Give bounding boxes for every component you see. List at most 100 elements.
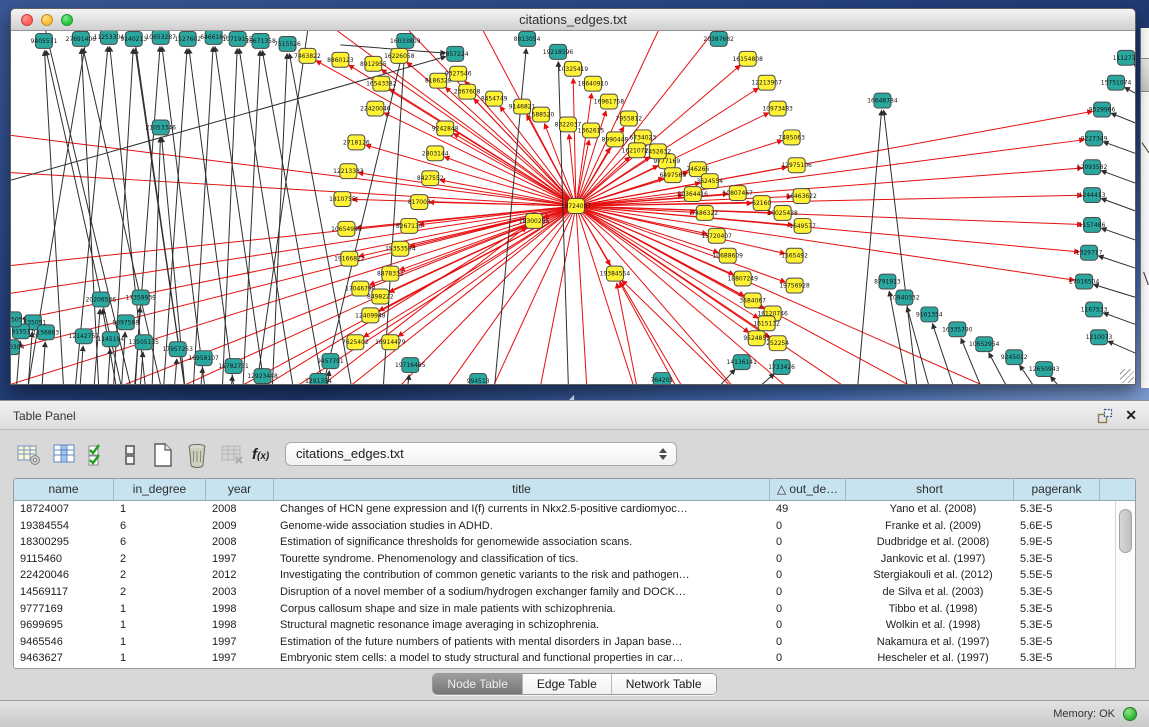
graph-node[interactable]: 9329966 [1089, 102, 1116, 117]
graph-node[interactable]: 16961758 [594, 94, 625, 109]
table-scrollbar[interactable] [1115, 501, 1135, 668]
graph-node[interactable]: 1649577 [789, 218, 816, 233]
tab-node-table[interactable]: Node Table [433, 674, 522, 694]
graph-node[interactable]: 27691406 [66, 31, 97, 46]
graph-node[interactable]: 16335790 [942, 322, 973, 337]
graph-node[interactable]: 9227349 [1081, 131, 1108, 146]
graph-node[interactable]: 1157486 [1079, 217, 1106, 232]
column-header-year[interactable]: year [206, 479, 274, 500]
graph-node[interactable]: 764201 [650, 373, 673, 384]
graph-node[interactable]: 1565492 [781, 248, 808, 263]
graph-node[interactable]: 19384554 [600, 266, 631, 281]
function-builder-button[interactable]: f(x) [252, 442, 278, 468]
table-row[interactable]: 1872400712008Changes of HCN gene express… [14, 501, 1135, 518]
graph-node[interactable]: 17016504 [1069, 274, 1100, 289]
graph-node[interactable]: 9245012 [1001, 350, 1028, 365]
graph-node[interactable]: 18640910 [578, 76, 609, 91]
graph-node[interactable]: 1167533 [1081, 302, 1108, 317]
graph-node[interactable]: 1527602 [174, 31, 201, 46]
graph-node[interactable]: 20387682 [704, 31, 735, 46]
graph-node[interactable]: 10940332 [889, 290, 920, 305]
table-row[interactable]: 1456911722003Disruption of a novel membe… [14, 584, 1135, 601]
table-row[interactable]: 969969511998Structural magnetic resonanc… [14, 617, 1135, 634]
graph-node[interactable]: 7857224 [442, 46, 469, 61]
graph-node[interactable]: 19218596 [543, 44, 574, 59]
graph-node[interactable]: 16154808 [732, 51, 763, 66]
graph-node[interactable]: 10025438 [767, 206, 798, 221]
graph-node[interactable]: 12213967 [751, 75, 782, 90]
network-window[interactable]: citations_edges.txt 18724007183002951938… [10, 8, 1136, 385]
network-window-titlebar[interactable]: citations_edges.txt [11, 9, 1135, 31]
graph-node[interactable]: 10688609 [712, 248, 743, 263]
graph-node[interactable]: 16648784 [867, 93, 898, 108]
scrollbar-thumb[interactable] [1119, 509, 1132, 553]
table-select-dropdown[interactable]: citations_edges.txt [285, 442, 677, 466]
graph-node[interactable]: 1329717 [1076, 245, 1103, 260]
graph-node[interactable]: 1112734 [1113, 50, 1135, 65]
column-header-pagerank[interactable]: pagerank [1014, 479, 1100, 500]
graph-node[interactable]: 10325419 [558, 61, 589, 76]
graph-node[interactable]: 15751074 [1101, 75, 1132, 90]
graph-node[interactable]: 9161354 [916, 307, 943, 322]
graph-node[interactable]: 1210073 [1086, 330, 1113, 345]
graph-node[interactable]: 16958107 [188, 351, 219, 366]
table-row[interactable]: 977716911998Corpus callosum shape and si… [14, 601, 1135, 618]
graph-node[interactable]: 8860123 [327, 52, 354, 67]
column-header-short[interactable]: short [846, 479, 1014, 500]
select-rows-button[interactable] [86, 442, 112, 468]
graph-node[interactable]: 1244413 [1079, 188, 1106, 203]
graph-node[interactable]: 12142757 [69, 329, 100, 344]
column-header-in_degree[interactable]: in_degree [114, 479, 206, 500]
graph-node[interactable]: 8912955 [360, 56, 387, 71]
graph-node[interactable]: 12975106 [781, 158, 812, 173]
background-window-sliver[interactable] [1140, 28, 1149, 388]
table-row[interactable]: 946554611997Estimation of the future num… [14, 634, 1135, 651]
delete-table-button[interactable] [220, 442, 246, 468]
graph-node[interactable]: 9457791 [317, 354, 344, 369]
graph-node[interactable]: 7515526 [274, 36, 301, 51]
column-header-name[interactable]: name [14, 479, 114, 500]
graph-node[interactable]: 15720407 [702, 228, 733, 243]
graph-node[interactable]: 817003 [408, 195, 431, 210]
graph-node[interactable]: 19756928 [779, 278, 810, 293]
table-row[interactable]: 2242004622012Investigating the contribut… [14, 567, 1135, 584]
table-row[interactable]: 1938455462009Genome-wide association stu… [14, 518, 1135, 535]
show-columns-button[interactable] [52, 442, 78, 468]
window-resize-grip[interactable] [1120, 369, 1134, 383]
table-row[interactable]: 1830029562008Estimation of significance … [14, 534, 1135, 551]
graph-node[interactable]: 16914479 [375, 335, 406, 350]
graph-node[interactable]: 2180304 [11, 340, 25, 355]
graph-node[interactable]: 9405571 [31, 33, 58, 48]
graph-node[interactable]: 62160 [752, 196, 771, 211]
graph-node[interactable]: 7625402 [342, 335, 369, 350]
float-panel-icon[interactable] [1097, 408, 1113, 424]
row-height-button[interactable] [118, 442, 144, 468]
graph-node[interactable]: 1291354 [305, 374, 332, 384]
graph-node[interactable]: 1733426 [768, 360, 795, 375]
graph-node[interactable]: 10652954 [969, 337, 1000, 352]
graph-node[interactable]: 12650943 [1029, 362, 1060, 377]
table-row[interactable]: 911546021997Tourette syndrome. Phenomeno… [14, 551, 1135, 568]
tab-network-table[interactable]: Network Table [611, 674, 716, 694]
graph-node[interactable]: 19716485 [395, 358, 426, 373]
graph-node[interactable]: 8813054 [514, 31, 541, 46]
graph-node[interactable]: 1362615 [578, 123, 605, 138]
graph-node[interactable]: 2718126 [343, 135, 370, 150]
graph-node[interactable]: 8427552 [417, 171, 444, 186]
graph-node[interactable]: 1810755 [329, 192, 356, 207]
graph-node[interactable]: 6497568 [659, 168, 686, 183]
column-header-title[interactable]: title [274, 479, 770, 500]
graph-node[interactable]: 8791913 [874, 274, 901, 289]
create-column-button[interactable] [150, 442, 176, 468]
table-row[interactable]: 946362711997Embryonic stem cells: a mode… [14, 650, 1135, 667]
tab-edge-table[interactable]: Edge Table [522, 674, 611, 694]
graph-node[interactable]: 2367608 [454, 84, 481, 99]
graph-node[interactable]: 8878332 [377, 266, 404, 281]
graph-node[interactable]: 252254 [766, 336, 789, 351]
column-header-out_de[interactable]: △ out_de… [770, 479, 846, 500]
network-canvas[interactable]: 1872400718300295193845541032541918640910… [11, 31, 1135, 384]
graph-node[interactable]: 8267130 [396, 218, 423, 233]
table-mode-button[interactable] [16, 442, 42, 468]
graph-node[interactable]: 10653287 [146, 31, 177, 44]
graph-node[interactable]: 9140213 [120, 31, 147, 46]
